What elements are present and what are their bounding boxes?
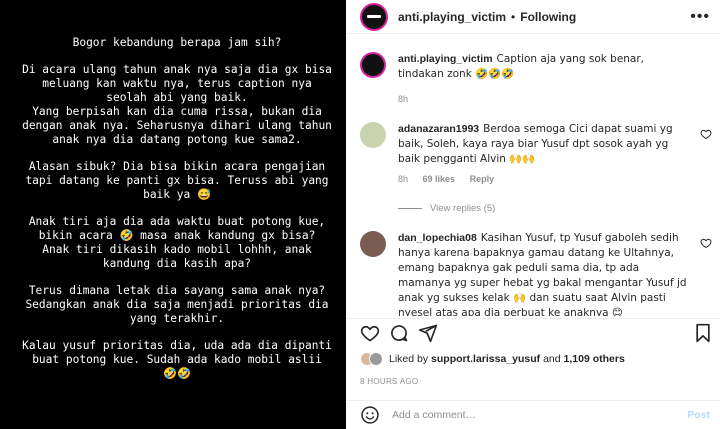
heart-icon[interactable] — [360, 323, 380, 343]
more-horizontal-icon[interactable]: ••• — [690, 8, 710, 26]
comment-time: 8h — [398, 174, 409, 184]
emoji-icon[interactable] — [360, 405, 380, 425]
post-sidebar: anti.playing_victim • Following ••• anti… — [346, 0, 720, 429]
caption-username[interactable]: anti.playing_victim — [398, 53, 493, 65]
likes-summary: Liked by support.larissa_yusuf and 1,109… — [360, 352, 625, 366]
avatar[interactable] — [360, 122, 386, 148]
post-button[interactable]: Post — [687, 409, 710, 421]
likes-user[interactable]: support.larissa_yusuf — [431, 353, 540, 365]
comment-text: Kasihan Yusuf, tp Yusuf gaboleh sedih ha… — [398, 232, 687, 316]
avatar[interactable] — [360, 231, 386, 257]
post-header: anti.playing_victim • Following ••• — [346, 0, 720, 34]
action-bar — [346, 318, 720, 346]
author-avatar[interactable] — [360, 2, 388, 31]
add-comment-input[interactable]: Add a comment… — [392, 409, 687, 421]
liker-avatar — [369, 352, 383, 366]
caption-meta: 8h — [398, 94, 420, 104]
add-comment-bar: Add a comment… Post — [346, 400, 720, 429]
story-paragraph: Bogor kebandung berapa jam sih? — [72, 36, 282, 49]
author-username[interactable]: anti.playing_victim — [398, 10, 506, 24]
view-replies-label[interactable]: View replies (5) — [430, 203, 495, 214]
comment-meta: 8h 69 likes Reply — [398, 174, 506, 184]
header-separator: • — [511, 9, 516, 24]
story-paragraph: Kalau yusuf prioritas dia, uda ada dia d… — [22, 339, 339, 380]
story-paragraph: Di acara ulang tahun anak nya saja dia g… — [22, 63, 332, 146]
comment-username[interactable]: dan_lopechia08 — [398, 232, 477, 244]
like-comment-heart-icon[interactable] — [700, 128, 712, 140]
post-date[interactable]: 8 HOURS AGO — [360, 377, 418, 386]
comments-section[interactable]: anti.playing_victim Caption aja yang sok … — [346, 44, 720, 316]
post-image: Bogor kebandung berapa jam sih? Di acara… — [0, 0, 346, 429]
likes-count[interactable]: 1,109 others — [564, 353, 625, 365]
view-replies-button[interactable]: View replies (5) — [398, 203, 495, 214]
comment-icon[interactable] — [389, 323, 409, 343]
share-icon[interactable] — [418, 323, 438, 343]
likes-prefix: Liked by — [389, 353, 432, 365]
story-paragraph: Alasan sibuk? Dia bisa bikin acara penga… — [25, 160, 336, 201]
reply-button[interactable]: Reply — [470, 174, 495, 184]
likes-and: and — [540, 353, 564, 365]
avatar[interactable] — [360, 52, 386, 78]
replies-divider — [398, 208, 422, 209]
story-paragraph: Anak tiri aja dia ada waktu buat potong … — [28, 215, 332, 270]
bookmark-icon[interactable] — [694, 323, 712, 343]
story-text: Bogor kebandung berapa jam sih? Di acara… — [22, 36, 332, 394]
following-button[interactable]: Following — [520, 10, 576, 24]
like-comment-heart-icon[interactable] — [700, 237, 712, 249]
caption-time: 8h — [398, 94, 409, 104]
comment-likes[interactable]: 69 likes — [423, 174, 456, 184]
story-paragraph: Terus dimana letak dia sayang sama anak … — [25, 284, 336, 325]
comment-username[interactable]: adanazaran1993 — [398, 123, 479, 135]
